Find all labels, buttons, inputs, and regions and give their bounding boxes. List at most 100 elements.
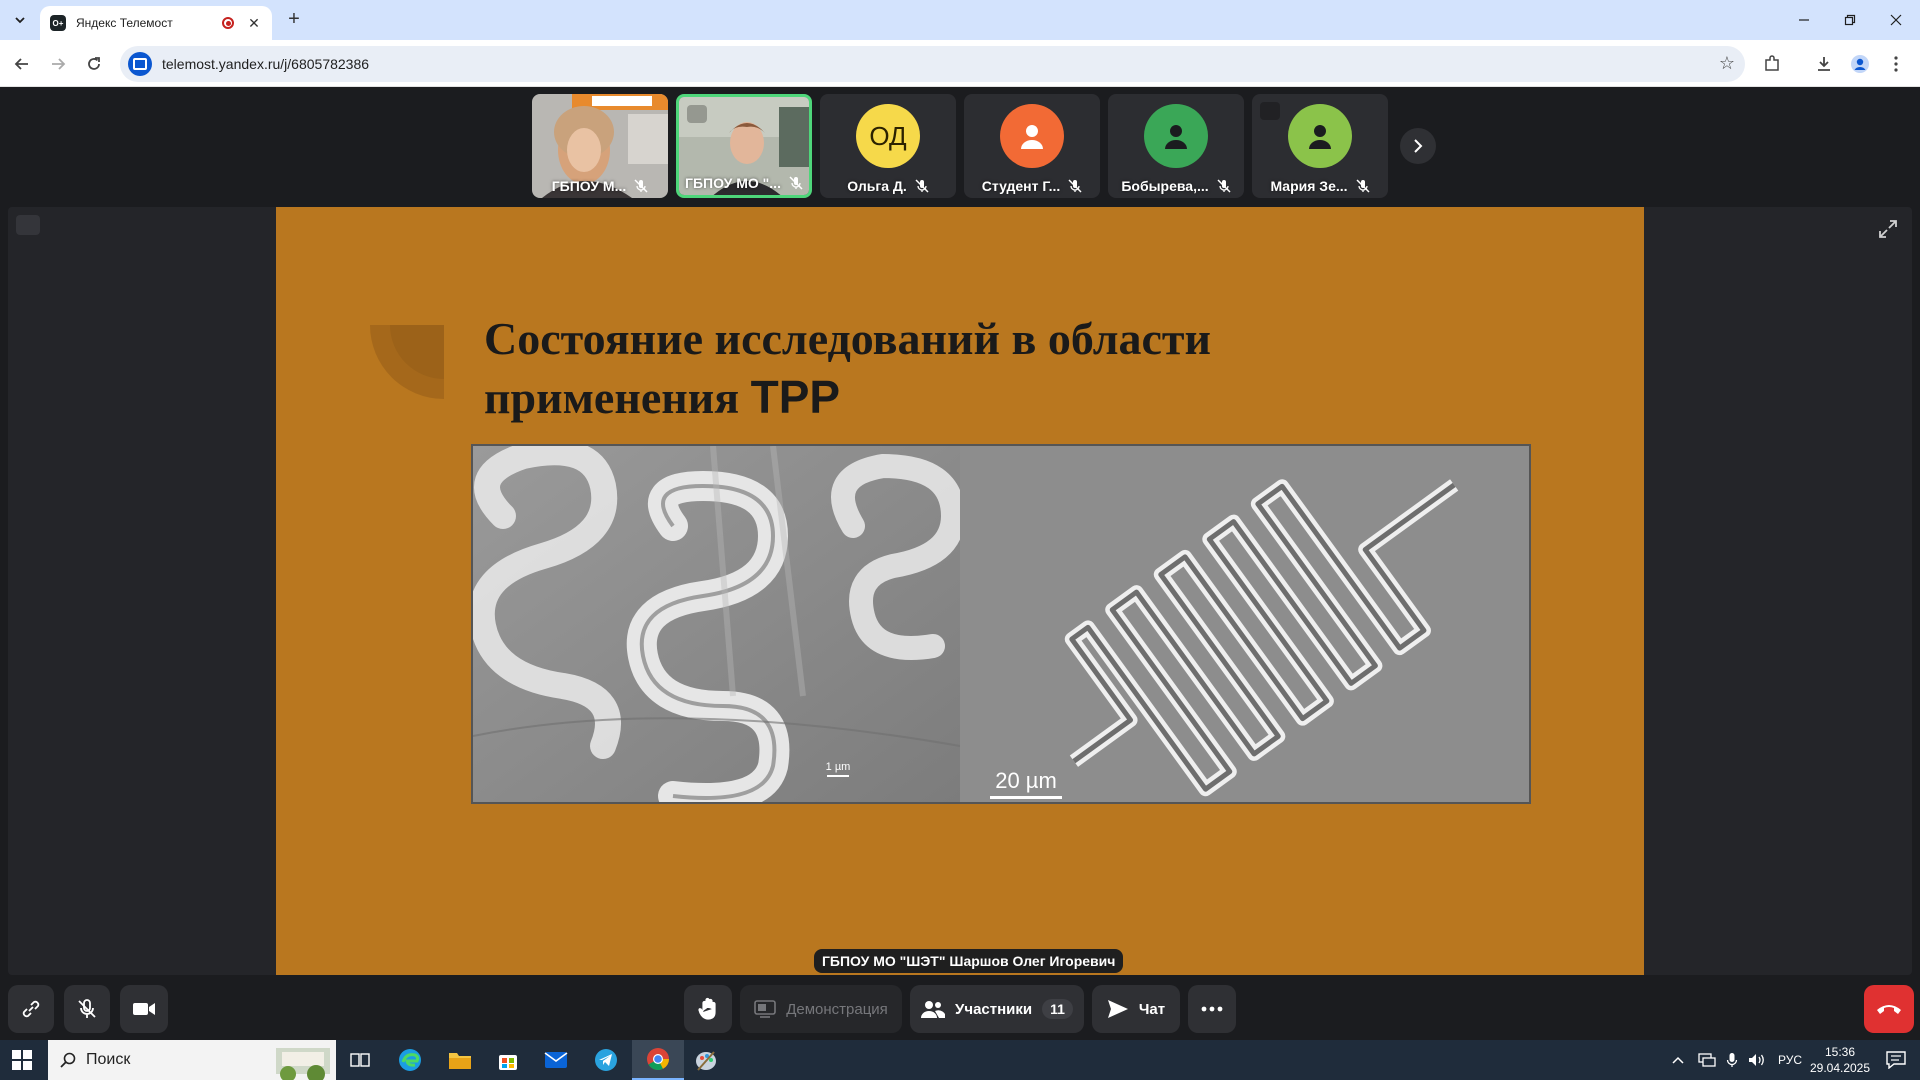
search-highlight-image (276, 1048, 330, 1080)
browser-tab-bar: О+ Яндекс Телемост ✕ + (0, 0, 1920, 40)
extensions-button[interactable] (1758, 50, 1786, 78)
initials-avatar: ОД (856, 104, 920, 168)
chevron-right-icon (1414, 139, 1423, 153)
person-icon (1309, 125, 1331, 149)
fullscreen-icon[interactable] (1876, 217, 1900, 241)
chat-button[interactable]: Чат (1092, 985, 1180, 1033)
url-text: telemost.yandex.ru/j/6805782386 (162, 56, 370, 72)
participants-label: Участники (955, 1000, 1033, 1018)
connection-signal-icon (16, 215, 40, 235)
browser-menu-button[interactable] (1882, 50, 1910, 78)
screen-share-button[interactable]: Демонстрация (740, 985, 902, 1033)
microphone-tray-icon[interactable] (1726, 1052, 1738, 1068)
windows-taskbar: Поиск РУС 15:36 29.04.2025 (0, 1040, 1920, 1080)
tab-title: Яндекс Телемост (76, 16, 173, 30)
back-button[interactable] (8, 50, 36, 78)
participant-name: ГБПОУ МО "... (685, 175, 781, 191)
hang-up-icon (1877, 1005, 1901, 1014)
next-participants-button[interactable] (1400, 128, 1436, 164)
notifications-button[interactable] (1872, 1040, 1920, 1080)
participant-tile[interactable]: Студент Г... (964, 94, 1100, 198)
participants-icon (921, 1001, 946, 1018)
forward-button[interactable] (44, 50, 72, 78)
taskbar-chrome[interactable] (632, 1040, 684, 1080)
windows-start-button[interactable] (12, 1050, 32, 1070)
sem-helix-image (473, 446, 960, 802)
participant-name: ГБПОУ М... (551, 178, 627, 194)
person-icon (1021, 125, 1043, 149)
participant-tile-active-speaker[interactable]: ГБПОУ МО "... (676, 94, 812, 198)
arrow-left-icon (14, 58, 28, 70)
task-view-button[interactable] (336, 1040, 384, 1080)
user-avatar (1000, 104, 1064, 168)
site-info-icon[interactable] (128, 52, 152, 76)
profile-button[interactable] (1846, 50, 1874, 78)
taskbar-search-box[interactable]: Поиск (48, 1040, 336, 1080)
participants-button[interactable]: Участники 11 (910, 985, 1084, 1033)
more-options-button[interactable] (1188, 985, 1236, 1033)
camera-icon (133, 1003, 155, 1015)
restore-button[interactable] (1830, 6, 1870, 34)
tab-search-button[interactable] (8, 8, 32, 32)
chevron-down-icon (15, 17, 25, 24)
taskbar-explorer[interactable] (436, 1040, 484, 1080)
presentation-slide: Состояние исследований в области примене… (276, 207, 1644, 975)
raise-hand-button[interactable] (684, 985, 732, 1033)
taskbar-paint-app[interactable] (682, 1040, 730, 1080)
participant-tile[interactable]: Бобырева,... (1108, 94, 1244, 198)
participant-tile[interactable]: ОД Ольга Д. (820, 94, 956, 198)
input-language-indicator[interactable]: РУС (1778, 1053, 1802, 1067)
sem-microscope-image: 1 µm 20 µm (471, 444, 1531, 804)
bookmark-star-icon[interactable]: ☆ (1719, 53, 1735, 74)
downloads-button[interactable] (1810, 50, 1838, 78)
chevron-up-icon[interactable] (1672, 1056, 1684, 1064)
more-horizontal-icon (1201, 1006, 1223, 1012)
task-view-icon (350, 1053, 370, 1067)
participant-tile[interactable]: ГБПОУ М... (532, 94, 668, 198)
person-icon (1165, 125, 1187, 149)
participant-name: Ольга Д. (847, 178, 907, 194)
raise-hand-icon (698, 997, 716, 1020)
search-icon (60, 1052, 76, 1068)
mic-off-icon (78, 999, 96, 1018)
participant-name: Мария Зе... (1270, 178, 1348, 194)
notification-icon (1886, 1051, 1906, 1069)
leave-call-button[interactable] (1864, 985, 1914, 1033)
participant-name: Бобырева,... (1121, 178, 1209, 194)
participant-tile[interactable]: Мария Зе... (1252, 94, 1388, 198)
minimize-icon (1799, 19, 1809, 21)
palette-icon (696, 1051, 716, 1071)
address-bar[interactable]: telemost.yandex.ru/j/6805782386 ☆ (120, 46, 1745, 82)
taskbar-clock[interactable]: 15:36 29.04.2025 (1802, 1044, 1878, 1076)
microphone-toggle-button[interactable] (64, 985, 110, 1033)
user-avatar (1144, 104, 1208, 168)
meeting-controls: Демонстрация Участники 11 Чат (0, 983, 1920, 1040)
puzzle-icon (1765, 55, 1779, 71)
windows-logo-icon (12, 1050, 21, 1059)
mic-off-icon (1217, 179, 1231, 193)
scale-label-right: 20 µm (986, 768, 1066, 799)
network-icon[interactable] (1698, 1053, 1716, 1067)
mic-off-icon (634, 179, 648, 193)
browser-tab[interactable]: О+ Яндекс Телемост ✕ (40, 6, 272, 40)
minimize-button[interactable] (1784, 6, 1824, 34)
screen-share-stage: Состояние исследований в области примене… (8, 207, 1912, 975)
recording-indicator-icon (222, 17, 234, 29)
volume-icon[interactable] (1748, 1053, 1766, 1067)
screen-share-label: Демонстрация (786, 1000, 888, 1018)
taskbar-store[interactable] (484, 1040, 532, 1080)
tab-close-icon[interactable]: ✕ (246, 15, 262, 32)
reload-icon (88, 57, 100, 70)
taskbar-mail[interactable] (532, 1040, 580, 1080)
close-window-button[interactable] (1876, 6, 1916, 34)
new-tab-button[interactable]: + (282, 8, 306, 32)
more-vertical-icon (1894, 56, 1898, 72)
taskbar-edge[interactable] (386, 1040, 434, 1080)
search-placeholder: Поиск (86, 1051, 131, 1068)
copy-link-button[interactable] (8, 985, 54, 1033)
taskbar-telegram[interactable] (582, 1040, 630, 1080)
participants-strip: ГБПОУ М... ГБПОУ МО "... ОД Ольга Д. Сту… (532, 94, 1436, 198)
reload-button[interactable] (80, 50, 108, 78)
camera-toggle-button[interactable] (120, 985, 168, 1033)
slide-decoration (370, 325, 444, 399)
